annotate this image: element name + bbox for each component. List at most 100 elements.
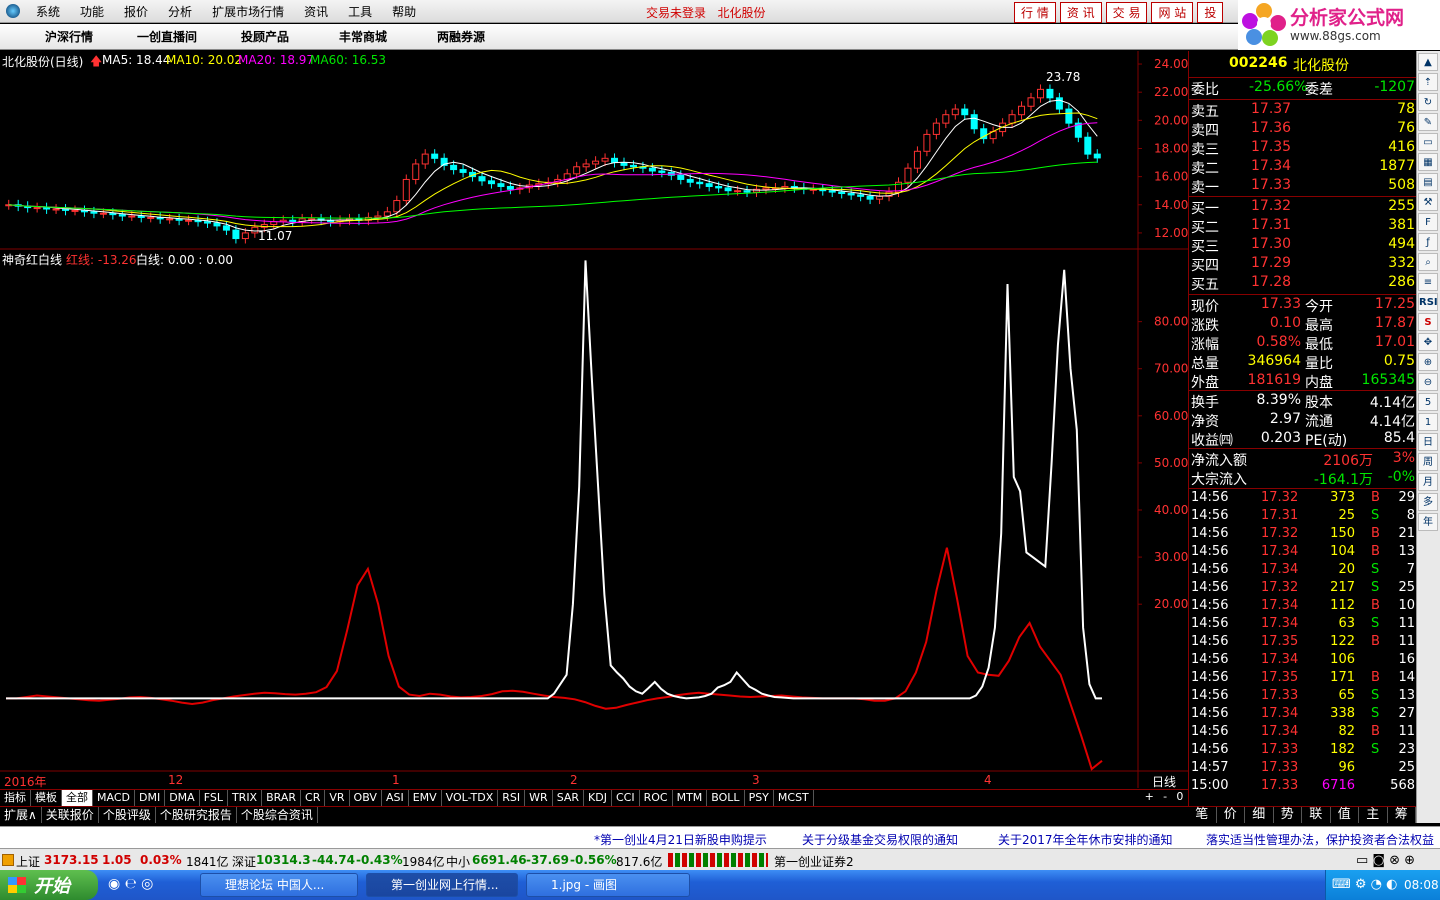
ext-tab[interactable]: 个股研究报告	[156, 807, 237, 823]
search-icon[interactable]: ⌕	[1418, 253, 1438, 271]
indicator-tab-指标[interactable]: 指标	[0, 790, 31, 806]
indicator-tab-dmi[interactable]: DMI	[135, 790, 166, 806]
indicator-tab-vol-tdx[interactable]: VOL-TDX	[442, 790, 499, 806]
reset-button[interactable]: 0	[1176, 790, 1183, 806]
ext-tab[interactable]: 扩展∧	[0, 807, 42, 823]
advisor-button[interactable]: 投	[1197, 2, 1224, 23]
zoom-in-button[interactable]: +	[1145, 790, 1154, 806]
task-paint[interactable]: 1.jpg - 画图	[526, 873, 690, 897]
bid-price[interactable]: 17.30	[1251, 236, 1291, 252]
chart-icon[interactable]: ▦	[1418, 153, 1438, 171]
ask-price[interactable]: 17.33	[1251, 177, 1291, 193]
ask-price[interactable]: 17.35	[1251, 139, 1291, 155]
website-button[interactable]: 网 站	[1151, 2, 1194, 23]
up-icon[interactable]: ▲	[1418, 53, 1438, 71]
toolbar-mall[interactable]: 丰常商城	[314, 28, 412, 45]
ext-tab[interactable]: 关联报价	[42, 807, 99, 823]
indicator-tab-emv[interactable]: EMV	[409, 790, 442, 806]
zoom-out-icon[interactable]: ⊖	[1418, 373, 1438, 391]
indicator-tab-asi[interactable]: ASI	[382, 790, 409, 806]
news-item[interactable]: 关于2017年全年休市安排的通知	[998, 831, 1173, 848]
indicator-tab-mtm[interactable]: MTM	[673, 790, 708, 806]
refresh-icon[interactable]: ↻	[1418, 93, 1438, 111]
right-tab[interactable]: 联	[1302, 807, 1331, 823]
indicator-tab-psy[interactable]: PSY	[745, 790, 774, 806]
ask-price[interactable]: 17.37	[1251, 101, 1291, 117]
indicator-tab-dma[interactable]: DMA	[165, 790, 200, 806]
news-item[interactable]: *第一创业4月21日新股申购提示	[594, 831, 767, 848]
bid-price[interactable]: 17.29	[1251, 255, 1291, 271]
menu-function[interactable]: 功能	[70, 3, 114, 20]
s-icon[interactable]: S	[1418, 313, 1438, 331]
chart-area[interactable]: 24.00 22.00 20.00 18.00 16.00 14.00 12.00 80.0…	[0, 51, 1188, 789]
menu-analysis[interactable]: 分析	[158, 3, 202, 20]
period-multi-button[interactable]: 多	[1418, 493, 1438, 511]
indicator-tab-fsl[interactable]: FSL	[200, 790, 228, 806]
sh-index[interactable]: 3173.15	[44, 853, 99, 867]
right-tab[interactable]: 价	[1217, 807, 1245, 823]
indicator-tab-mcst[interactable]: MCST	[774, 790, 814, 806]
tray-icons[interactable]: ▭ ◙ ⊗ ⊕	[1356, 853, 1415, 868]
news-item[interactable]: 关于分级基金交易权限的通知	[802, 831, 958, 848]
ext-tab[interactable]: 个股评级	[99, 807, 156, 823]
indicator-tab-sar[interactable]: SAR	[553, 790, 585, 806]
indicator-tab-全部[interactable]: 全部	[62, 790, 93, 806]
chart-svg[interactable]: 24.00 22.00 20.00 18.00 16.00 14.00 12.00 80.0…	[0, 51, 1188, 788]
bid-price[interactable]: 17.32	[1251, 198, 1291, 214]
menu-ext-market[interactable]: 扩展市场行情	[202, 3, 294, 20]
start-button[interactable]: 开始	[0, 870, 98, 900]
ext-tab[interactable]: 个股综合资讯	[237, 807, 318, 823]
f10-icon[interactable]: F	[1418, 213, 1438, 231]
ask-price[interactable]: 17.36	[1251, 120, 1291, 136]
menu-tools[interactable]: 工具	[338, 3, 382, 20]
right-tab[interactable]: 值	[1331, 807, 1359, 823]
indicator-tab-kdj[interactable]: KDJ	[584, 790, 612, 806]
trade-button[interactable]: 交 易	[1105, 2, 1148, 23]
zoom-out-button[interactable]: -	[1163, 790, 1167, 806]
right-tab[interactable]: 主	[1359, 807, 1388, 823]
rsi-icon[interactable]: RSI	[1418, 293, 1438, 311]
grid-icon[interactable]: ▤	[1418, 173, 1438, 191]
tools-icon[interactable]: ⚒	[1418, 193, 1438, 211]
indicator-tab-wr[interactable]: WR	[525, 790, 553, 806]
right-tab[interactable]: 势	[1274, 807, 1302, 823]
list-icon[interactable]: ≡	[1418, 273, 1438, 291]
toolbar-advisor-products[interactable]: 投顾产品	[216, 28, 314, 45]
toolbar-margin-source[interactable]: 两融券源	[412, 28, 510, 45]
right-tab[interactable]: 笔	[1188, 807, 1217, 823]
indicator-tab-roc[interactable]: ROC	[640, 790, 673, 806]
right-tab[interactable]: 筹	[1388, 807, 1416, 823]
period-month-button[interactable]: 月	[1418, 473, 1438, 491]
zx-index[interactable]: 6691.46	[472, 853, 527, 867]
period-1-button[interactable]: 1	[1418, 413, 1438, 431]
indicator-tab-macd[interactable]: MACD	[93, 790, 135, 806]
period-day-button[interactable]: 日	[1418, 433, 1438, 451]
formula-icon[interactable]: ƒ	[1418, 233, 1438, 251]
indicator-tab-obv[interactable]: OBV	[350, 790, 382, 806]
draw-icon[interactable]: ✎	[1418, 113, 1438, 131]
indicator-tab-brar[interactable]: BRAR	[262, 790, 302, 806]
toolbar-live-room[interactable]: 一创直播间	[118, 28, 216, 45]
indicator-tab-cci[interactable]: CCI	[612, 790, 640, 806]
zoom-in-icon[interactable]: ⊕	[1418, 353, 1438, 371]
indicator-tab-trix[interactable]: TRIX	[228, 790, 263, 806]
quote-button[interactable]: 行 情	[1014, 2, 1056, 23]
move-icon[interactable]: ✥	[1418, 333, 1438, 351]
bid-price[interactable]: 17.31	[1251, 217, 1291, 233]
menu-info[interactable]: 资讯	[294, 3, 338, 20]
indicator-tab-vr[interactable]: VR	[325, 790, 350, 806]
tray-status-icons[interactable]: ⌨ ⚙ ◔ ◐	[1332, 877, 1398, 892]
indicator-tab-boll[interactable]: BOLL	[707, 790, 745, 806]
info-button[interactable]: 资 讯	[1059, 2, 1102, 23]
period-5-button[interactable]: 5	[1418, 393, 1438, 411]
right-tab[interactable]: 细	[1245, 807, 1274, 823]
menu-help[interactable]: 帮助	[382, 3, 426, 20]
menu-system[interactable]: 系统	[26, 3, 70, 20]
quicklaunch-icons[interactable]: ◉ ℮ ◎	[108, 876, 153, 892]
task-forum[interactable]: 理想论坛 中国人...	[200, 873, 358, 897]
restore-icon[interactable]: ⇡	[1418, 73, 1438, 91]
indicator-tab-rsi[interactable]: RSI	[498, 790, 526, 806]
news-item[interactable]: 落实适当性管理办法，保护投资者合法权益	[1206, 831, 1434, 848]
toolbar-hs-market[interactable]: 沪深行情	[20, 28, 118, 45]
indicator-tab-cr[interactable]: CR	[301, 790, 326, 806]
